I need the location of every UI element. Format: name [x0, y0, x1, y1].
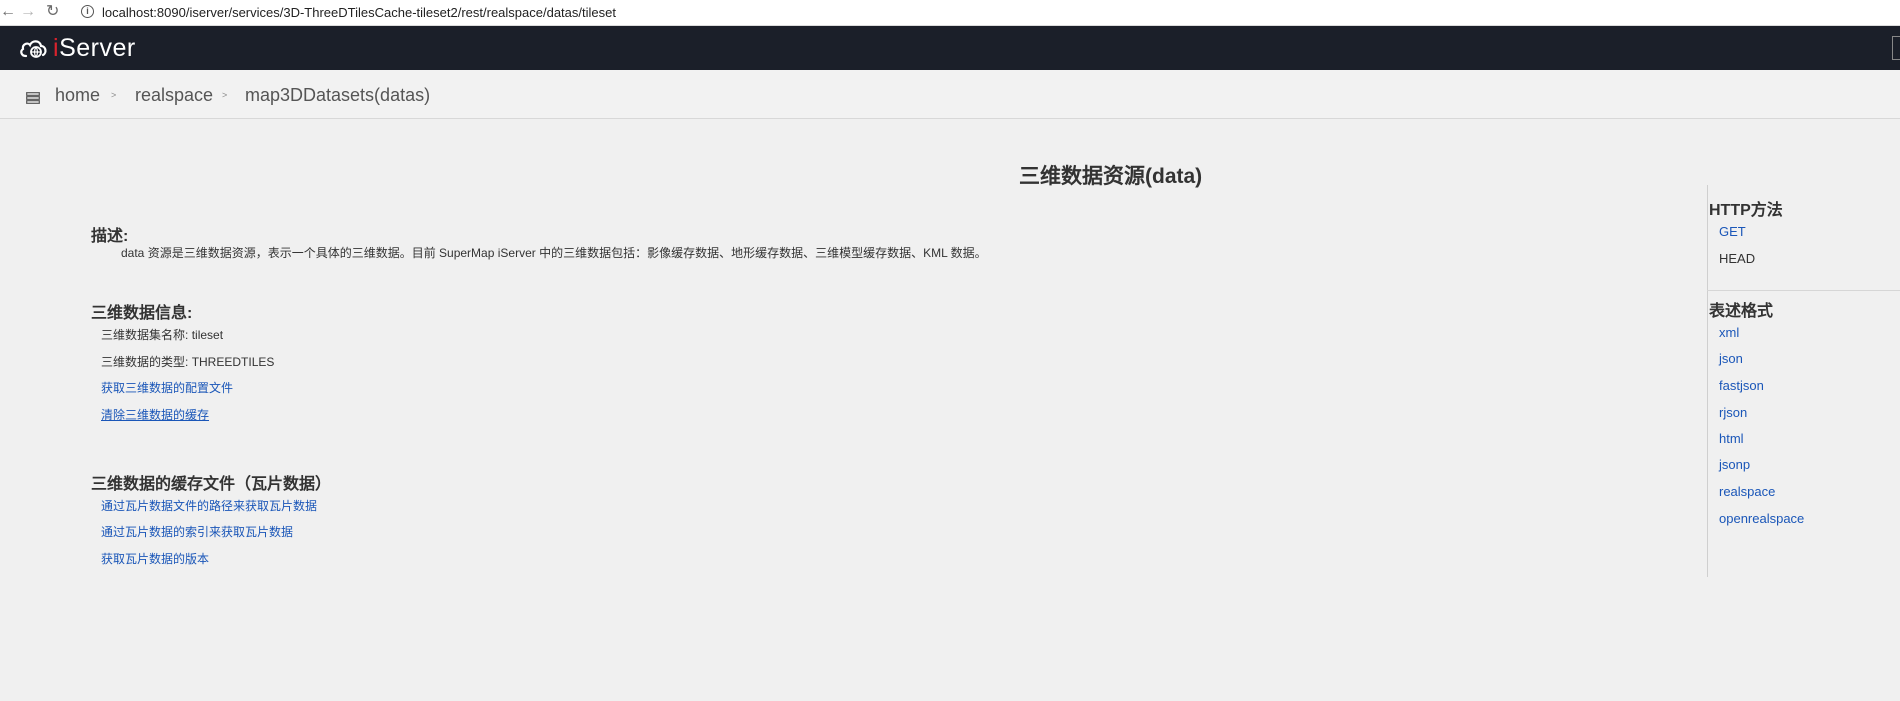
format-json-link[interactable]: json	[1719, 351, 1743, 367]
site-info-icon[interactable]: i	[81, 5, 94, 18]
format-openrealspace-link[interactable]: openrealspace	[1719, 511, 1804, 527]
format-html-link[interactable]: html	[1719, 431, 1744, 447]
description-text: data 资源是三维数据资源，表示一个具体的三维数据。目前 SuperMap i…	[121, 246, 987, 260]
server-list-icon	[26, 91, 40, 104]
format-fastjson-link[interactable]: fastjson	[1719, 378, 1764, 394]
get-config-link[interactable]: 获取三维数据的配置文件	[101, 380, 233, 396]
sidebar-divider	[1707, 290, 1900, 291]
breadcrumb-realspace[interactable]: realspace	[135, 84, 213, 106]
data-type-value: THREEDTILES	[191, 355, 275, 369]
info-heading: 三维数据信息:	[91, 305, 193, 322]
cloud-logo-icon	[20, 40, 47, 58]
cache-heading: 三维数据的缓存文件（瓦片数据）	[91, 476, 332, 493]
forward-arrow-icon[interactable]: →	[20, 2, 36, 22]
header-edge-control	[1892, 36, 1900, 60]
description-heading: 描述:	[91, 228, 129, 245]
breadcrumb-separator: >	[111, 90, 117, 100]
address-bar-url[interactable]: localhost:8090/iserver/services/3D-Three…	[102, 4, 616, 22]
breadcrumb: home > realspace > map3DDatasets(datas)	[0, 70, 1900, 119]
logo-server: Server	[59, 33, 136, 62]
data-type-label: 三维数据的类型:	[101, 355, 189, 369]
page-title: 三维数据资源(data)	[1019, 165, 1203, 188]
format-xml-link[interactable]: xml	[1719, 325, 1739, 341]
formats-title: 表述格式	[1709, 303, 1774, 320]
breadcrumb-separator: >	[222, 90, 228, 100]
format-rjson-link[interactable]: rjson	[1719, 405, 1747, 421]
app-header: iServer	[0, 26, 1900, 70]
reload-icon[interactable]: ↻	[46, 2, 59, 22]
method-get-link[interactable]: GET	[1719, 224, 1746, 240]
breadcrumb-home[interactable]: home	[55, 84, 100, 106]
breadcrumb-current: map3DDatasets(datas)	[245, 85, 431, 105]
format-realspace-link[interactable]: realspace	[1719, 484, 1775, 500]
tile-by-index-link[interactable]: 通过瓦片数据的索引来获取瓦片数据	[101, 524, 293, 540]
tile-version-link[interactable]: 获取瓦片数据的版本	[101, 551, 209, 567]
iserver-logo[interactable]: iServer	[19, 34, 136, 62]
dataset-name-row: 三维数据集名称: tileset	[101, 327, 223, 343]
browser-toolbar: ← → ↻ i localhost:8090/iserver/services/…	[0, 0, 1900, 26]
tile-by-path-link[interactable]: 通过瓦片数据文件的路径来获取瓦片数据	[101, 498, 317, 514]
dataset-name-label: 三维数据集名称:	[101, 328, 189, 342]
http-methods-title: HTTP方法	[1709, 202, 1783, 219]
back-arrow-icon[interactable]: ←	[0, 2, 16, 22]
method-head: HEAD	[1719, 251, 1756, 266]
dataset-name-value: tileset	[191, 328, 224, 342]
data-type-row: 三维数据的类型: THREEDTILES	[101, 354, 274, 370]
logo-text: iServer	[53, 34, 136, 63]
format-jsonp-link[interactable]: jsonp	[1719, 457, 1750, 473]
clear-cache-link[interactable]: 清除三维数据的缓存	[101, 407, 209, 423]
